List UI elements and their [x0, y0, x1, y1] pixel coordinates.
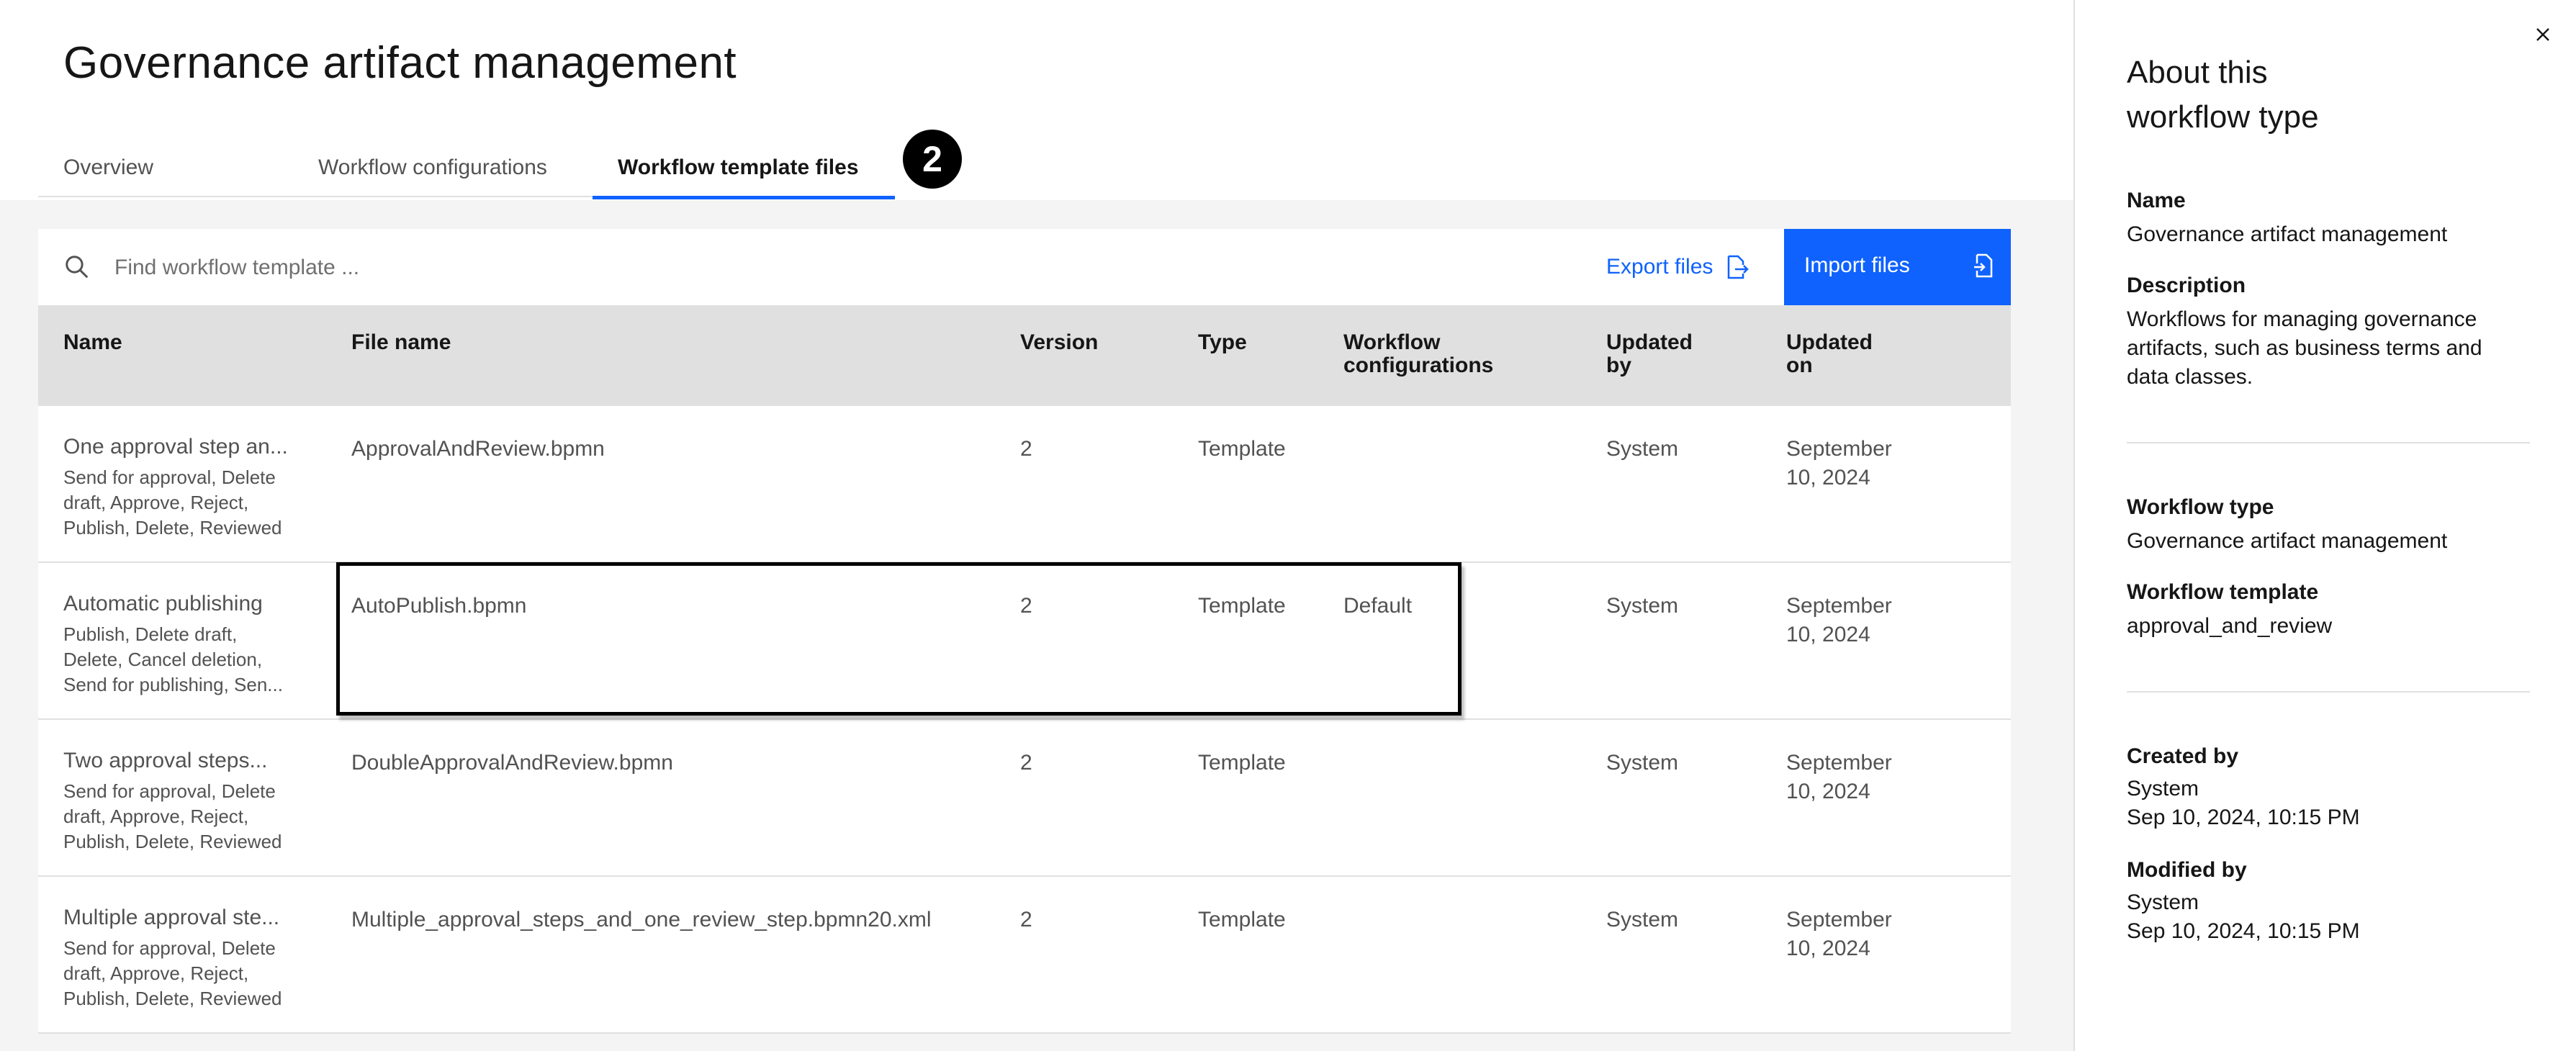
table-toolbar: Export files Import files: [38, 229, 2011, 305]
header-workflow-configurations-line2: configurations: [1343, 353, 1494, 377]
row-name: One approval step an...: [63, 435, 288, 459]
row-type: Template: [1198, 437, 1286, 461]
workflow-template-value: approval_and_review: [2127, 614, 2333, 638]
name-label: Name: [2127, 189, 2186, 212]
created-by-label: Created by: [2127, 744, 2239, 768]
row-name: Two approval steps...: [63, 749, 268, 772]
row-version: 2: [1020, 908, 1032, 932]
row-updated-on: September 10, 2024: [1786, 749, 1892, 806]
header-type[interactable]: Type: [1198, 331, 1247, 354]
row-updated-on-line2: 10, 2024: [1786, 937, 1870, 960]
row-updated-on-line1: September: [1786, 594, 1892, 618]
panel-divider: [2127, 442, 2530, 443]
header-version[interactable]: Version: [1020, 331, 1098, 354]
row-updated-by: System: [1606, 908, 1679, 932]
row-updated-by: System: [1606, 437, 1679, 461]
description-value: Workflows for managing governance artifa…: [2127, 307, 2482, 389]
panel-divider: [2127, 691, 2530, 693]
row-updated-on: September 10, 2024: [1786, 435, 1892, 492]
row-description: Send for approval, Delete draft, Approve…: [63, 937, 282, 1009]
row-updated-on-line1: September: [1786, 751, 1892, 775]
row-updated-on-line1: September: [1786, 437, 1892, 461]
workflow-template-label: Workflow template: [2127, 580, 2319, 604]
row-updated-on-line2: 10, 2024: [1786, 780, 1870, 803]
panel-title-line2: workflow type: [2127, 99, 2319, 135]
import-files-button[interactable]: Import files: [1784, 229, 2011, 305]
header-updated-by-line1: Updated: [1606, 330, 1693, 354]
row-updated-on: September 10, 2024: [1786, 592, 1892, 649]
header-updated-on[interactable]: Updated on: [1786, 331, 1873, 377]
row-version: 2: [1020, 751, 1032, 775]
row-updated-by: System: [1606, 751, 1679, 775]
table-row[interactable]: Multiple approval ste... Send for approv…: [38, 877, 2011, 1034]
row-type: Template: [1198, 594, 1286, 618]
templates-table: Name File name Version Type Workflow con…: [38, 305, 2011, 1034]
header-workflow-configurations-line1: Workflow: [1343, 330, 1441, 354]
tab-workflow-template-files[interactable]: Workflow template files: [618, 155, 859, 180]
row-name: Automatic publishing: [63, 592, 263, 615]
header-file-name[interactable]: File name: [351, 331, 451, 354]
row-updated-on-line1: September: [1786, 908, 1892, 932]
panel-title-line1: About this: [2127, 55, 2268, 90]
about-panel: About this workflow type Name Governance…: [2073, 0, 2576, 1051]
table-row[interactable]: Automatic publishing Publish, Delete dra…: [38, 563, 2011, 720]
table-row[interactable]: One approval step an... Send for approva…: [38, 406, 2011, 563]
row-version: 2: [1020, 594, 1032, 618]
header-updated-on-line1: Updated: [1786, 330, 1873, 354]
row-type: Template: [1198, 908, 1286, 932]
header-updated-on-line2: on: [1786, 353, 1813, 377]
header-workflow-configurations[interactable]: Workflow configurations: [1343, 331, 1493, 377]
header-name[interactable]: Name: [63, 331, 122, 354]
search-input[interactable]: [113, 248, 764, 288]
row-file-name: ApprovalAndReview.bpmn: [351, 437, 605, 461]
tab-underline-overview: [38, 196, 292, 197]
row-type: Template: [1198, 751, 1286, 775]
table-header: Name File name Version Type Workflow con…: [38, 305, 2011, 406]
table-row[interactable]: Two approval steps... Send for approval,…: [38, 720, 2011, 877]
export-icon: [1728, 255, 1749, 279]
row-description: Send for approval, Delete draft, Approve…: [63, 466, 282, 538]
page-title: Governance artifact management: [63, 38, 737, 88]
created-by-date: Sep 10, 2024, 10:15 PM: [2127, 806, 2360, 829]
tab-underline-configurations: [292, 196, 593, 197]
header-updated-by-line2: by: [1606, 353, 1632, 377]
row-file-name: Multiple_approval_steps_and_one_review_s…: [351, 908, 932, 932]
row-updated-on-line2: 10, 2024: [1786, 466, 1870, 490]
modified-by-date: Sep 10, 2024, 10:15 PM: [2127, 919, 2360, 943]
modified-by-label: Modified by: [2127, 858, 2247, 882]
page-header: Governance artifact management Overview …: [0, 0, 2073, 200]
panel-title: About this workflow type: [2127, 50, 2487, 140]
main-content: Governance artifact management Overview …: [0, 0, 2073, 1051]
export-files-label: Export files: [1606, 255, 1713, 279]
step-badge: 2: [903, 130, 962, 189]
tab-active-indicator: [593, 196, 895, 199]
tab-workflow-configurations[interactable]: Workflow configurations: [318, 155, 547, 180]
import-icon: [1974, 253, 1993, 278]
tab-overview[interactable]: Overview: [63, 155, 153, 180]
close-icon[interactable]: [2528, 20, 2557, 49]
row-name: Multiple approval ste...: [63, 906, 280, 929]
export-files-button[interactable]: Export files: [1606, 229, 1749, 305]
workflow-type-label: Workflow type: [2127, 495, 2274, 519]
row-file-name: DoubleApprovalAndReview.bpmn: [351, 751, 673, 775]
name-value: Governance artifact management: [2127, 222, 2448, 246]
row-updated-on-line2: 10, 2024: [1786, 623, 1870, 646]
row-description: Send for approval, Delete draft, Approve…: [63, 780, 282, 852]
row-version: 2: [1020, 437, 1032, 461]
row-description: Publish, Delete draft, Delete, Cancel de…: [63, 623, 283, 695]
description-label: Description: [2127, 274, 2246, 297]
modified-by-user: System: [2127, 890, 2199, 914]
row-updated-by: System: [1606, 594, 1679, 618]
row-updated-on: September 10, 2024: [1786, 906, 1892, 963]
row-workflow-configurations: Default: [1343, 594, 1413, 618]
header-updated-by[interactable]: Updated by: [1606, 331, 1693, 377]
search-icon: [66, 256, 89, 279]
import-files-label: Import files: [1804, 253, 1910, 277]
row-file-name: AutoPublish.bpmn: [351, 594, 527, 618]
created-by-user: System: [2127, 777, 2199, 800]
workflow-type-value: Governance artifact management: [2127, 529, 2448, 553]
